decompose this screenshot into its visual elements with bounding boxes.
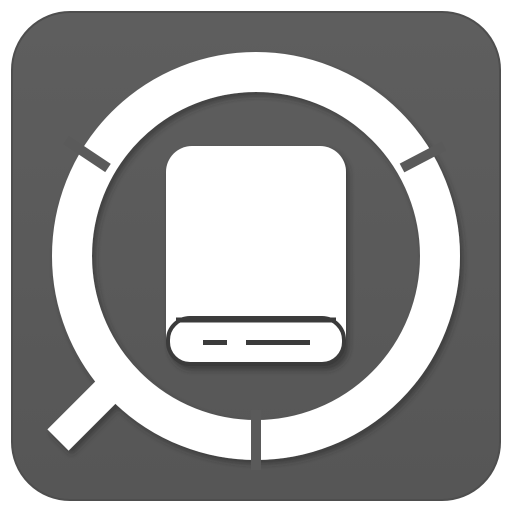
icon-canvas xyxy=(0,0,512,512)
app-icon[interactable] xyxy=(0,0,512,512)
drive-led-slot xyxy=(203,340,227,345)
external-drive-icon xyxy=(166,146,346,366)
drive-port-slot xyxy=(246,340,310,345)
